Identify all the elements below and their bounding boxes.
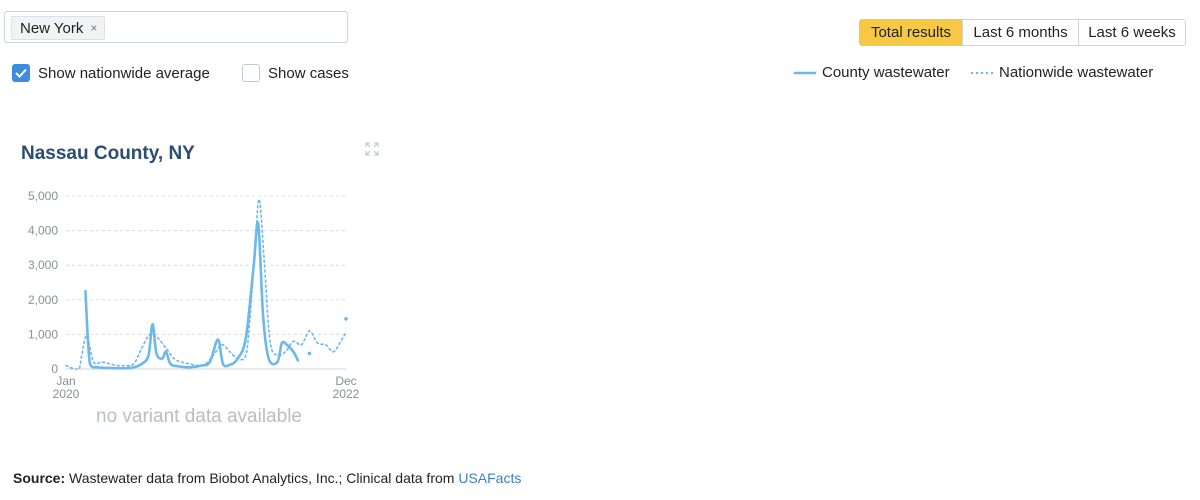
wastewater-chart: 01,0002,0003,0004,0005,000Jan2020Dec2022 [28, 189, 360, 401]
nationwide-average-checkbox[interactable] [12, 64, 30, 82]
y-tick-label: 1,000 [28, 327, 58, 341]
y-tick-label: 2,000 [28, 293, 58, 307]
y-tick-label: 3,000 [28, 258, 58, 272]
no-variant-message: no variant data available [96, 406, 302, 427]
solid-line-swatch [794, 71, 816, 74]
source-label: Source: [13, 470, 66, 486]
county-wastewater-point [307, 351, 312, 356]
legend-nationwide: Nationwide wastewater [971, 64, 1153, 81]
x-tick-label: Dec [335, 374, 356, 388]
location-search-input[interactable]: New York × [4, 11, 348, 43]
checkmark-icon [15, 68, 27, 78]
show-cases-label: Show cases [268, 64, 349, 82]
nationwide-average-label: Show nationwide average [38, 64, 210, 82]
legend-county: County wastewater [794, 64, 950, 81]
x-tick-year-label: 2020 [53, 387, 80, 401]
tab-last-6-months[interactable]: Last 6 months [962, 19, 1079, 46]
x-tick-year-label: 2022 [333, 387, 360, 401]
time-range-selector: Total results Last 6 months Last 6 weeks [859, 19, 1186, 46]
location-chip-label: New York [20, 19, 84, 37]
chart-title: Nassau County, NY [21, 143, 195, 164]
usafacts-link[interactable]: USAFacts [458, 470, 521, 486]
legend-nationwide-label: Nationwide wastewater [999, 64, 1154, 81]
source-text: Wastewater data from Biobot Analytics, I… [65, 470, 459, 486]
legend-county-label: County wastewater [822, 64, 950, 81]
dotted-line-swatch [971, 71, 993, 74]
show-cases-checkbox[interactable] [242, 64, 260, 82]
tab-total-results[interactable]: Total results [859, 19, 963, 46]
nationwide-wastewater-line [65, 198, 347, 370]
x-tick-label: Jan [56, 374, 75, 388]
show-cases-option[interactable]: Show cases [242, 64, 349, 82]
y-tick-label: 5,000 [28, 189, 58, 203]
remove-chip-icon[interactable]: × [90, 21, 97, 35]
location-chip: New York × [11, 16, 106, 40]
expand-icon[interactable] [365, 142, 379, 156]
tab-last-6-weeks[interactable]: Last 6 weeks [1078, 19, 1186, 46]
county-wastewater-point [344, 317, 348, 321]
source-attribution: Source: Wastewater data from Biobot Anal… [13, 470, 521, 486]
y-tick-label: 4,000 [28, 224, 58, 238]
nationwide-average-option[interactable]: Show nationwide average [12, 64, 210, 82]
